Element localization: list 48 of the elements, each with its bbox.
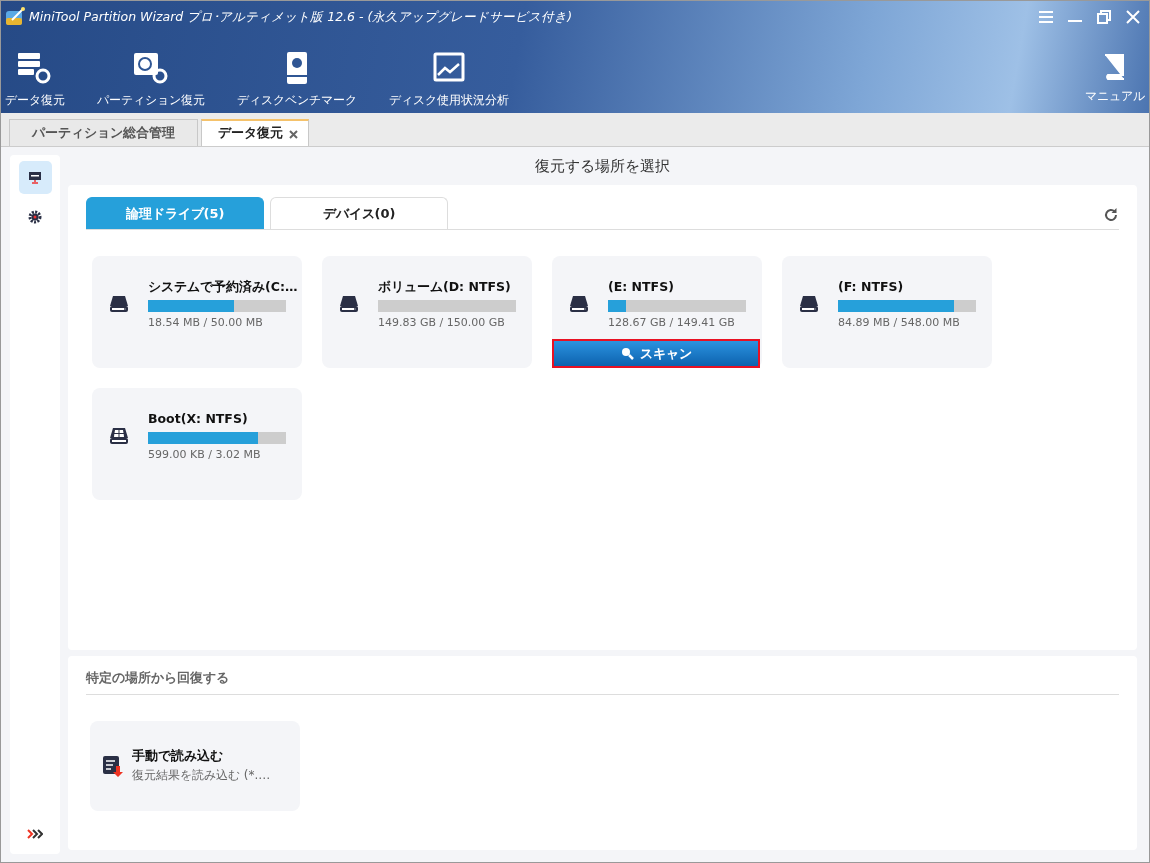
manual-button[interactable]: マニュアル (1081, 53, 1149, 105)
windows-drive-icon (109, 426, 129, 445)
drive-size: 18.54 MB / 50.00 MB (148, 314, 264, 331)
section-heading: 復元する場所を選択 (535, 155, 670, 177)
section-title: 特定の場所から回復する (86, 668, 1119, 695)
monitor-icon (28, 170, 42, 185)
drive-icon (339, 294, 359, 313)
close-tab-button[interactable] (289, 127, 298, 140)
drive-size: 128.67 GB / 149.41 GB (608, 314, 736, 331)
minimize-icon (1068, 20, 1082, 22)
load-subtitle: 復元結果を読み込む (*.… (132, 766, 271, 784)
document-tab[interactable]: データ復元 (201, 119, 309, 146)
drive-size: 599.00 KB / 3.02 MB (148, 446, 262, 463)
toolbar-button[interactable]: ディスク使用状況分析 (385, 51, 513, 109)
toolbar-button[interactable]: パーティション復元 (93, 51, 209, 109)
disc-icon (132, 51, 170, 85)
close-icon (1126, 10, 1140, 24)
toolbar-button[interactable]: ディスクベンチマーク (233, 51, 361, 109)
load-card[interactable]: 手動で読み込む 復元結果を読み込む (*.… (90, 720, 300, 811)
app-logo-icon (4, 6, 26, 28)
drive-size: 84.89 MB / 548.00 MB (838, 314, 961, 331)
drive-card[interactable]: (E: NTFS) 128.67 GB / 149.41 GB スキャン (552, 256, 762, 368)
drive-card[interactable]: ボリューム(D: NTFS) 149.83 GB / 150.00 GB (322, 256, 532, 368)
drive-name: Boot(X: NTFS) (148, 410, 249, 428)
drive-icon (799, 294, 819, 313)
settings-icon (28, 209, 42, 224)
drive-name: システムで予約済み(C:… (148, 278, 298, 296)
drive-size: 149.83 GB / 150.00 GB (378, 314, 506, 331)
load-title: 手動で読み込む (132, 747, 224, 766)
sidebar-item[interactable] (18, 161, 52, 194)
drive-name: ボリューム(D: NTFS) (378, 278, 512, 296)
drive-icon (569, 294, 589, 313)
document-load-icon (102, 753, 126, 778)
scan-button[interactable]: スキャン (552, 339, 760, 368)
drive-card[interactable]: (F: NTFS) 84.89 MB / 548.00 MB (782, 256, 992, 368)
drive-card[interactable]: Boot(X: NTFS) 599.00 KB / 3.02 MB (92, 388, 302, 500)
toolbar-button[interactable]: データ復元 (1, 51, 69, 109)
refresh-icon[interactable] (1103, 205, 1119, 223)
menu-icon (1039, 11, 1053, 23)
drive-card[interactable]: システムで予約済み(C:… 18.54 MB / 50.00 MB (92, 256, 302, 368)
drive-icon (109, 294, 129, 313)
drive-tab[interactable]: デバイス(0) (270, 197, 448, 229)
drive-name: (E: NTFS) (608, 278, 675, 296)
search-icon (620, 347, 634, 360)
restore-icon (1097, 10, 1111, 24)
document-tab[interactable]: パーティション総合管理 (9, 119, 198, 146)
window-title: MiniTool Partition Wizard プロ･アルティメット版 12.6 - (永久アップグレードサービス付き) (29, 7, 573, 26)
drive-name: (F: NTFS) (838, 278, 905, 296)
